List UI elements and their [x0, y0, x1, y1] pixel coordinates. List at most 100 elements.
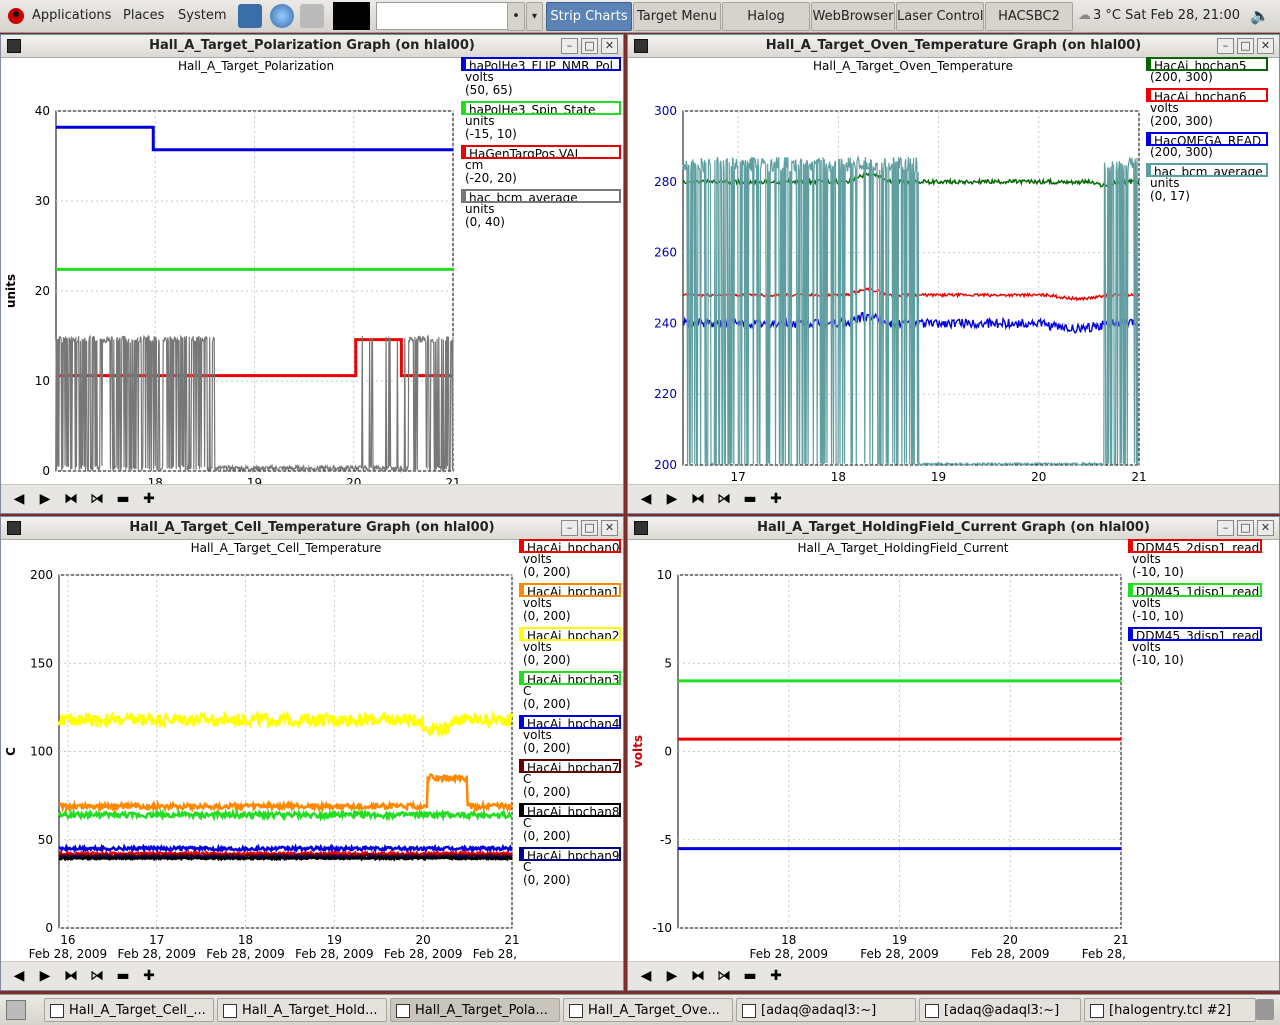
legend-entry-hacai-hpchan8[interactable]: HacAi_hpchan8: [519, 803, 621, 817]
browser-launcher-icon[interactable]: [270, 4, 294, 28]
legend: HacAi_hpchan5 (200, 300) HacAi_hpchan6 volt…: [1146, 57, 1268, 203]
maximize-icon[interactable]: □: [581, 38, 598, 54]
minimize-icon[interactable]: –: [561, 520, 578, 536]
legend-entry-hacai-hpchan3[interactable]: HacAi_hpchan3: [519, 671, 621, 685]
legend-entry-hacai-hpchan4[interactable]: HacAi_hpchan4: [519, 715, 621, 729]
show-desktop-icon[interactable]: [6, 1000, 26, 1020]
maximize-icon[interactable]: □: [1237, 38, 1254, 54]
scroll-left-icon[interactable]: ◀: [9, 966, 29, 986]
scroll-right-icon[interactable]: ▶: [662, 966, 682, 986]
x-tick-label: 20: [416, 933, 431, 947]
system-menu[interactable]: System: [178, 0, 226, 32]
hacsbc2-button[interactable]: HACSBC2: [985, 2, 1073, 31]
legend-entry-hacomega-read[interactable]: HacOMEGA_READ: [1146, 132, 1268, 146]
window-titlebar[interactable]: Hall_A_Target_Oven_Temperature Graph (on…: [628, 35, 1279, 58]
scroll-left-icon[interactable]: ◀: [9, 489, 29, 509]
legend-entry-hacai-hpchan1[interactable]: HacAi_hpchan1: [519, 583, 621, 597]
webbrowser-button[interactable]: WebBrowser: [811, 2, 895, 31]
taskbar-item-label: Hall_A_Target_Cell_...: [69, 1003, 206, 1018]
taskbar-item[interactable]: [adaq@adaql3:~]: [919, 998, 1081, 1022]
legend-entry-hacai-hpchan6[interactable]: HacAi_hpchan6: [1146, 88, 1268, 102]
scroll-right-icon[interactable]: ▶: [35, 489, 55, 509]
cell-temperature-graph-window: Hall_A_Target_Cell_Temperature Graph (on…: [0, 516, 624, 991]
minimize-icon[interactable]: –: [561, 38, 578, 54]
close-icon[interactable]: ✕: [601, 38, 618, 54]
y-tick-label: 50: [38, 833, 53, 847]
legend-entry-hacai-hpchan9[interactable]: HacAi_hpchan9: [519, 847, 621, 861]
legend-entry-ddm45-1disp1-read[interactable]: DDM45_1disp1_read: [1128, 583, 1262, 597]
taskbar-item[interactable]: Hall_A_Target_Hold...: [217, 998, 387, 1022]
legend-range: (-10, 10): [1132, 653, 1184, 667]
add-signal-icon[interactable]: ✚: [766, 489, 786, 509]
legend-range: (0, 40): [465, 215, 505, 229]
laser-control-button[interactable]: Laser Control: [896, 2, 984, 31]
legend-entry-hagentargpos-val[interactable]: HaGenTargPos.VAL: [461, 145, 621, 159]
window-titlebar[interactable]: Hall_A_Target_Cell_Temperature Graph (on…: [1, 517, 623, 540]
clock-status[interactable]: 3 °C Sat Feb 28, 21:00: [1093, 0, 1240, 32]
minimize-icon[interactable]: –: [1217, 520, 1234, 536]
zoom-in-time-icon[interactable]: ⧓: [688, 489, 708, 509]
pause-icon[interactable]: ▬: [740, 966, 760, 986]
legend-entry-hacai-hpchan7[interactable]: HacAi_hpchan7: [519, 759, 621, 773]
pause-icon[interactable]: ▬: [740, 489, 760, 509]
y-tick-label: 20: [35, 284, 50, 298]
x-tick-date: Feb 28, 2009: [206, 947, 285, 961]
taskbar-item[interactable]: Hall_A_Target_Ove...: [563, 998, 733, 1022]
add-signal-icon[interactable]: ✚: [139, 966, 159, 986]
maximize-icon[interactable]: □: [1237, 520, 1254, 536]
pause-icon[interactable]: ▬: [113, 489, 133, 509]
x-tick-label: 18: [831, 470, 846, 484]
legend-entry-hacai-hpchan5[interactable]: HacAi_hpchan5: [1146, 57, 1268, 71]
legend-entry-ddm45-3disp1-read[interactable]: DDM45_3disp1_read: [1128, 627, 1262, 641]
strip-charts-button[interactable]: Strip Charts: [546, 2, 632, 31]
legend-entry-hac-bcm-average[interactable]: hac_bcm_average: [461, 189, 621, 203]
legend-entry-hac-bcm-average[interactable]: hac_bcm_average: [1146, 163, 1268, 177]
places-menu[interactable]: Places: [123, 0, 164, 32]
volume-icon[interactable]: 🔈: [1250, 0, 1270, 32]
pause-icon[interactable]: ▬: [113, 966, 133, 986]
add-signal-icon[interactable]: ✚: [766, 966, 786, 986]
scroll-left-icon[interactable]: ◀: [636, 966, 656, 986]
zoom-out-time-icon[interactable]: ⧒: [714, 489, 734, 509]
calculator-launcher-icon[interactable]: [300, 4, 324, 28]
legend-entry-ddm45-2disp1-read[interactable]: DDM45_2disp1_read: [1128, 539, 1262, 553]
y-tick-label: 10: [35, 374, 50, 388]
close-icon[interactable]: ✕: [1257, 520, 1274, 536]
taskbar-item[interactable]: Hall_A_Target_Pola...: [390, 998, 560, 1022]
scroll-right-icon[interactable]: ▶: [662, 489, 682, 509]
terminal-launcher-icon[interactable]: [238, 4, 262, 28]
zoom-in-time-icon[interactable]: ⧓: [61, 489, 81, 509]
zoom-out-time-icon[interactable]: ⧒: [87, 489, 107, 509]
zoom-in-time-icon[interactable]: ⧓: [61, 966, 81, 986]
legend-entry-hapolhe3-spin-state[interactable]: haPolHe3_Spin_State: [461, 101, 621, 115]
y-tick-label: 0: [664, 745, 672, 759]
command-input[interactable]: [376, 2, 510, 30]
close-icon[interactable]: ✕: [601, 520, 618, 536]
zoom-in-time-icon[interactable]: ⧓: [688, 966, 708, 986]
taskbar-item[interactable]: Hall_A_Target_Cell_...: [44, 998, 214, 1022]
window-titlebar[interactable]: Hall_A_Target_Polarization Graph (on hla…: [1, 35, 623, 58]
halog-button[interactable]: Halog: [722, 2, 810, 31]
applications-menu[interactable]: Applications: [32, 0, 111, 32]
window-titlebar[interactable]: Hall_A_Target_HoldingField_Current Graph…: [628, 517, 1279, 540]
maximize-icon[interactable]: □: [581, 520, 598, 536]
taskbar-item[interactable]: [adaq@adaql3:~]: [736, 998, 916, 1022]
scroll-left-icon[interactable]: ◀: [636, 489, 656, 509]
taskbar-item[interactable]: [halogentry.tcl #2]: [1084, 998, 1256, 1022]
legend-entry-hacai-hpchan2[interactable]: HacAi_hpchan2: [519, 627, 621, 641]
add-signal-icon[interactable]: ✚: [139, 489, 159, 509]
legend-entry-hacai-hpchan0[interactable]: HacAi_hpchan0: [519, 539, 621, 553]
zoom-out-time-icon[interactable]: ⧒: [714, 966, 734, 986]
distro-logo-icon[interactable]: [6, 0, 32, 32]
bullet-icon[interactable]: •: [507, 2, 525, 31]
legend-entry-hapolhe3-flip-nmr-pol[interactable]: haPolHe3_FLIP_NMR_Pol: [461, 57, 621, 71]
dropdown-arrow-icon[interactable]: ▾: [526, 2, 543, 31]
zoom-out-time-icon[interactable]: ⧒: [87, 966, 107, 986]
scroll-right-icon[interactable]: ▶: [35, 966, 55, 986]
trash-icon[interactable]: [1256, 999, 1274, 1020]
minimize-icon[interactable]: –: [1217, 38, 1234, 54]
close-icon[interactable]: ✕: [1257, 38, 1274, 54]
legend-range: (-10, 10): [1132, 609, 1184, 623]
y-tick-label: 300: [654, 104, 677, 118]
target-menu-button[interactable]: Target Menu: [633, 2, 721, 31]
